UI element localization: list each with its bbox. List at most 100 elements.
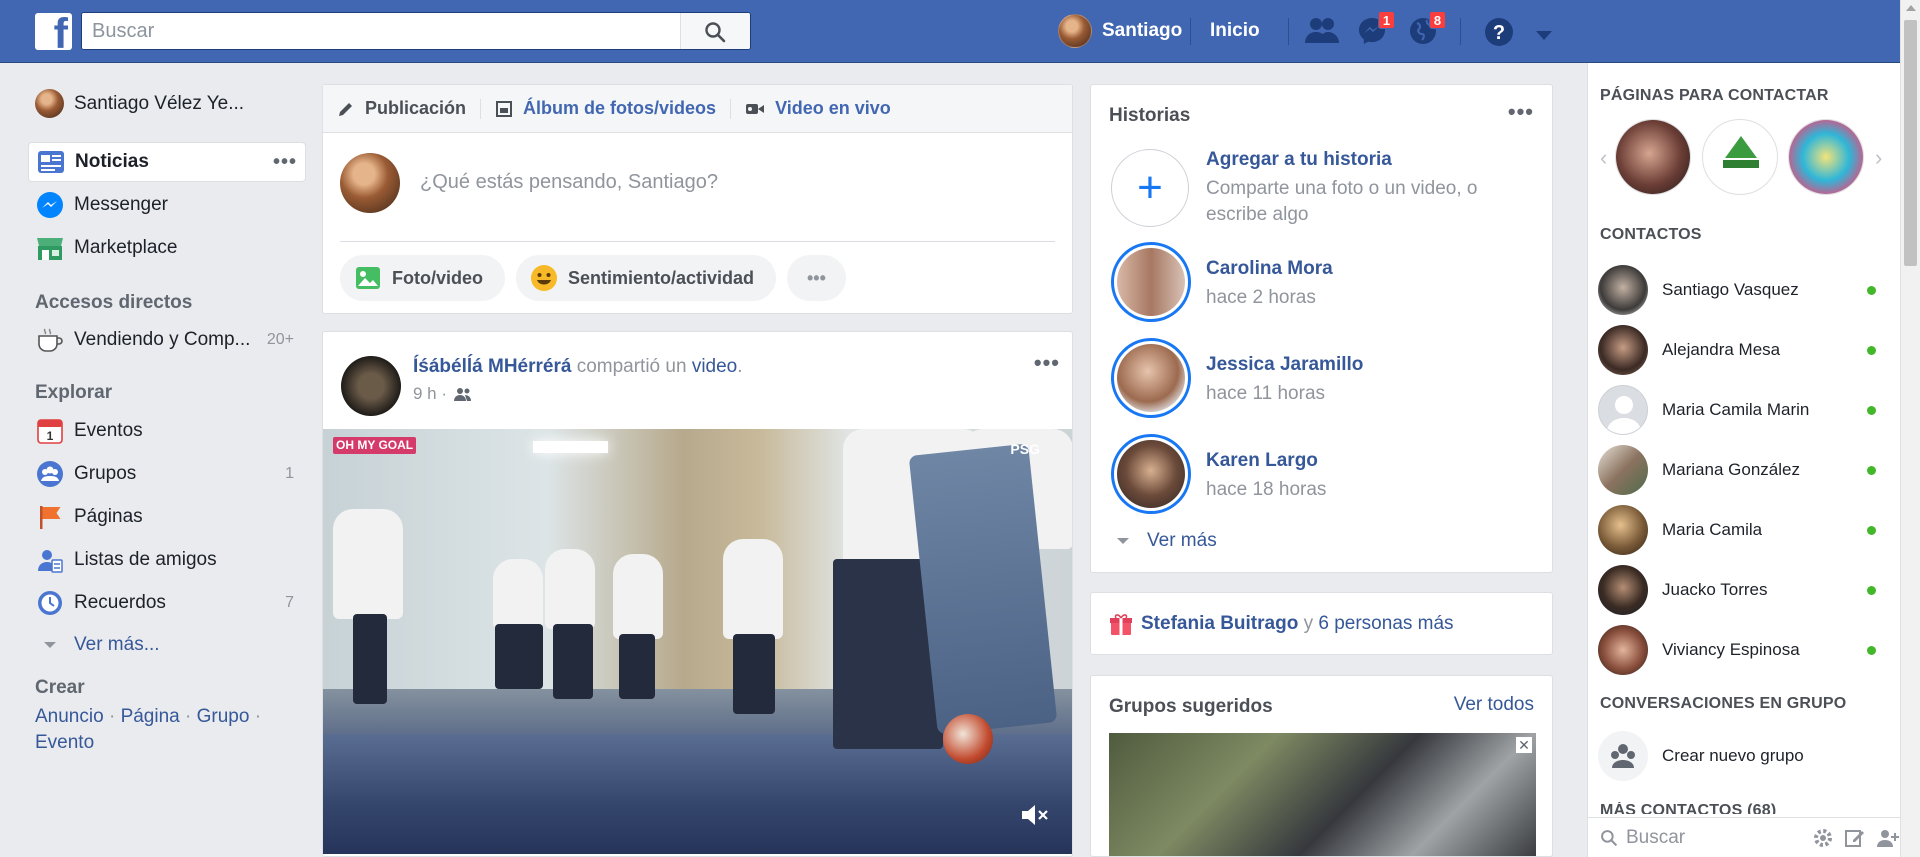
create-ad-link[interactable]: Anuncio: [35, 706, 104, 727]
contact-item[interactable]: Santiago Vasquez: [1598, 264, 1888, 316]
messages-button[interactable]: 1: [1356, 11, 1395, 53]
photo-video-button[interactable]: Foto/video: [340, 255, 505, 301]
video-frame-detail: [333, 509, 403, 619]
story-avatar[interactable]: [1111, 338, 1191, 418]
video-frame-detail: [553, 624, 593, 699]
video-frame-detail: [493, 559, 543, 629]
post-author-avatar[interactable]: [341, 356, 401, 416]
create-group-button[interactable]: Crear nuevo grupo: [1598, 730, 1888, 782]
story-name[interactable]: Carolina Mora: [1206, 258, 1333, 280]
scrollbar-thumb[interactable]: [1904, 20, 1917, 266]
search-input[interactable]: [82, 13, 682, 49]
page-avatar[interactable]: [1788, 119, 1864, 195]
svg-text:?: ?: [1493, 22, 1505, 44]
chevron-left-icon[interactable]: ‹: [1600, 145, 1607, 171]
sidebar-profile-name: Santiago Vélez Ye...: [74, 92, 245, 114]
see-more-link[interactable]: Ver más...: [28, 625, 306, 665]
group-conversations-heading: CONVERSACIONES EN GRUPO: [1600, 695, 1847, 712]
sidebar-item-marketplace[interactable]: Marketplace: [28, 228, 306, 268]
stories-see-more-link[interactable]: Ver más: [1116, 530, 1217, 552]
chat-search-input[interactable]: [1626, 826, 1796, 849]
story-name[interactable]: Karen Largo: [1206, 450, 1318, 472]
contact-item[interactable]: Alejandra Mesa: [1598, 324, 1888, 376]
new-group-chat-icon[interactable]: [1876, 827, 1900, 849]
sidebar-item-label: Noticias: [75, 151, 149, 172]
create-event-link[interactable]: Evento: [35, 732, 94, 753]
composer-more-button[interactable]: •••: [787, 255, 846, 301]
avatar: [1598, 625, 1648, 675]
contact-item[interactable]: Mariana González: [1598, 444, 1888, 496]
search-button[interactable]: [680, 13, 750, 49]
post-author-link[interactable]: Íśábélĺá MHérrérá: [413, 356, 571, 377]
post-video-link[interactable]: video: [692, 356, 737, 377]
chevron-right-icon[interactable]: ›: [1875, 145, 1882, 171]
contact-item[interactable]: Maria Camila Marin: [1598, 384, 1888, 436]
story-avatar[interactable]: [1111, 242, 1191, 322]
sidebar-item-news-feed[interactable]: Noticias •••: [28, 142, 306, 182]
post-timestamp[interactable]: 9 h ·: [413, 384, 447, 404]
facebook-logo-icon[interactable]: f: [35, 13, 72, 50]
story-avatar[interactable]: [1111, 434, 1191, 514]
more-options-icon: •••: [807, 267, 826, 288]
more-options-icon[interactable]: •••: [273, 151, 297, 174]
online-indicator: [1867, 645, 1876, 655]
sidebar-item-label: Páginas: [74, 506, 143, 527]
stories-options-button[interactable]: •••: [1508, 99, 1534, 125]
scroll-up-arrow-icon[interactable]: [1906, 5, 1916, 11]
post-meta: 9 h ·: [413, 384, 473, 404]
add-story-button[interactable]: +: [1111, 149, 1189, 227]
sidebar-profile-link[interactable]: Santiago Vélez Ye...: [35, 89, 244, 118]
tab-post-label: Publicación: [365, 98, 467, 118]
home-link[interactable]: Inicio: [1210, 20, 1260, 42]
sidebar-item-groups[interactable]: Grupos 1: [28, 454, 306, 494]
add-story-title[interactable]: Agregar a tu historia: [1206, 149, 1392, 171]
sidebar-item-label: Eventos: [74, 420, 143, 441]
account-menu-button[interactable]: [1535, 26, 1553, 48]
help-button[interactable]: ?: [1483, 16, 1515, 54]
search-box: [81, 12, 751, 50]
left-sidebar: Santiago Vélez Ye... Noticias ••• Messen…: [0, 63, 310, 857]
contact-item[interactable]: Juacko Torres: [1598, 564, 1888, 616]
post-options-button[interactable]: •••: [1034, 350, 1060, 376]
contact-name: Juacko Torres: [1662, 580, 1768, 599]
sidebar-item-friend-lists[interactable]: Listas de amigos: [28, 540, 306, 580]
contact-item[interactable]: Maria Camila: [1598, 504, 1888, 556]
video-tag: PSG: [1010, 441, 1040, 457]
story-name[interactable]: Jessica Jaramillo: [1206, 354, 1363, 376]
sidebar-item-label: Messenger: [74, 194, 168, 215]
groups-count: 1: [285, 465, 294, 482]
composer-input[interactable]: ¿Qué estás pensando, Santiago?: [420, 171, 718, 194]
tab-live-video[interactable]: Video en vivo: [745, 98, 891, 119]
gear-icon[interactable]: [1812, 827, 1834, 849]
create-group-link[interactable]: Grupo: [197, 706, 250, 727]
stories-card: Historias ••• + Agregar a tu historia Co…: [1090, 84, 1553, 573]
birthday-person-link[interactable]: Stefania Buitrago: [1141, 613, 1298, 634]
feeling-activity-button[interactable]: Sentimiento/actividad: [516, 255, 777, 301]
see-all-groups-link[interactable]: Ver todos: [1454, 694, 1534, 716]
page-avatar[interactable]: [1615, 119, 1691, 195]
post-composer: Publicación Álbum de fotos/videos Video …: [322, 84, 1073, 314]
close-icon[interactable]: ✕: [1516, 737, 1532, 753]
group-cover-image[interactable]: ✕: [1109, 733, 1536, 856]
birthday-others-link[interactable]: 6 personas más: [1318, 613, 1453, 634]
page-avatar[interactable]: [1702, 119, 1778, 195]
friend-requests-button[interactable]: [1304, 15, 1340, 53]
photo-icon: [354, 264, 382, 292]
tab-photo-album[interactable]: Álbum de fotos/videos: [495, 98, 716, 119]
contact-item[interactable]: Viviancy Espinosa: [1598, 624, 1888, 676]
notifications-button[interactable]: 8: [1407, 11, 1446, 53]
create-page-link[interactable]: Página: [121, 706, 180, 727]
sidebar-item-memories[interactable]: Recuerdos 7: [28, 583, 306, 623]
video-player[interactable]: OH MY GOAL PSG: [323, 429, 1072, 854]
mute-button[interactable]: [1020, 802, 1050, 834]
sidebar-item-messenger[interactable]: Messenger: [28, 185, 306, 225]
shortcuts-heading: Accesos directos: [35, 292, 193, 313]
suggested-groups-card: Grupos sugeridos Ver todos ✕: [1090, 675, 1553, 857]
sidebar-item-pages[interactable]: Páginas: [28, 497, 306, 537]
profile-link[interactable]: Santiago: [1058, 14, 1182, 48]
sidebar-item-shortcut[interactable]: Vendiendo y Comp... 20+: [28, 320, 306, 360]
compose-icon[interactable]: [1844, 827, 1866, 849]
page-scrollbar[interactable]: [1900, 0, 1920, 857]
tab-post[interactable]: Publicación: [337, 98, 466, 119]
sidebar-item-events[interactable]: 1 Eventos: [28, 411, 306, 451]
